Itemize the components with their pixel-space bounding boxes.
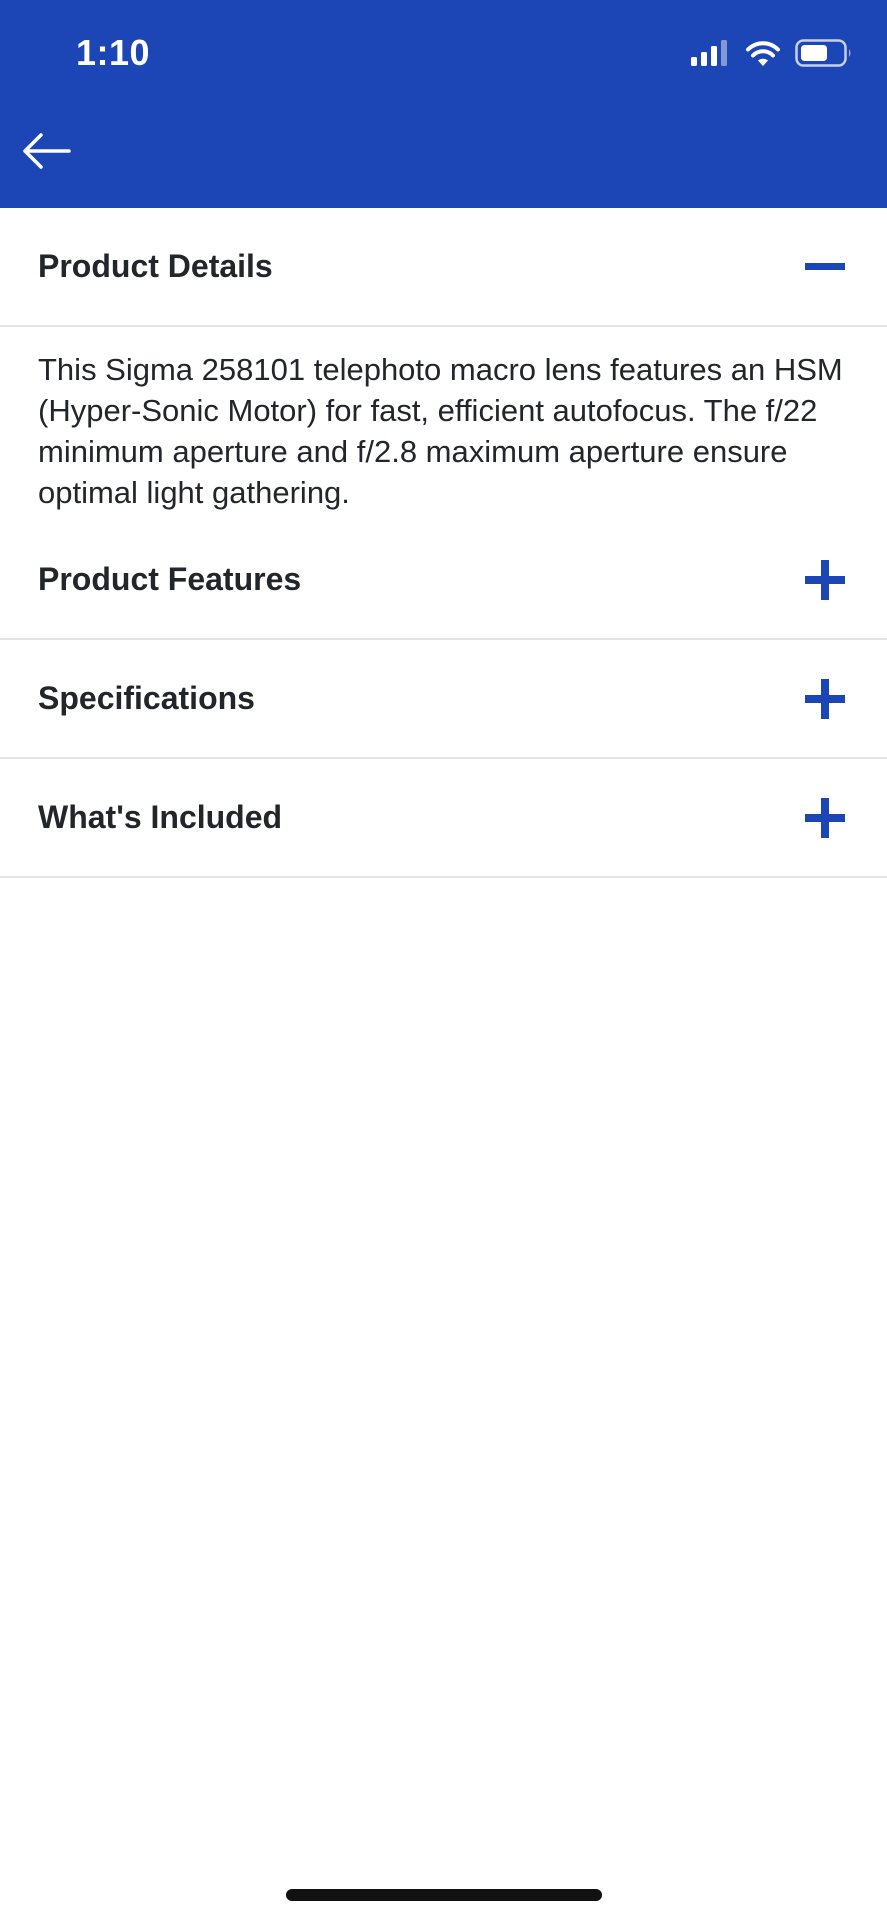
plus-icon[interactable] xyxy=(805,678,845,719)
product-details-description: This Sigma 258101 telephoto macro lens f… xyxy=(38,352,843,510)
back-button[interactable] xyxy=(18,128,74,178)
accordion-title: Product Features xyxy=(38,561,302,597)
status-time: 1:10 xyxy=(76,32,151,73)
accordion-header-product-details[interactable]: Product Details xyxy=(0,208,887,327)
arrow-left-icon xyxy=(21,131,71,176)
accordion-title: What's Included xyxy=(38,799,283,835)
plus-icon[interactable] xyxy=(805,797,845,838)
wifi-icon xyxy=(745,39,781,72)
accordion-title: Product Details xyxy=(38,248,273,284)
plus-icon[interactable] xyxy=(805,559,845,600)
battery-icon xyxy=(795,38,853,72)
accordion-header-specifications[interactable]: Specifications xyxy=(0,640,887,759)
status-icons xyxy=(691,38,853,72)
signal-icon xyxy=(691,39,731,71)
accordion-list: Product Details This Sigma 258101 teleph… xyxy=(0,208,887,878)
screen: 1:10 Product Details This Sigma 258101 t… xyxy=(0,0,887,1920)
accordion-title: Specifications xyxy=(38,680,255,716)
accordion-header-product-features[interactable]: Product Features xyxy=(0,521,887,640)
accordion-header-whats-included[interactable]: What's Included xyxy=(0,759,887,878)
home-indicator[interactable] xyxy=(286,1889,602,1901)
app-header: 1:10 xyxy=(0,0,887,208)
minus-icon[interactable] xyxy=(805,247,845,287)
